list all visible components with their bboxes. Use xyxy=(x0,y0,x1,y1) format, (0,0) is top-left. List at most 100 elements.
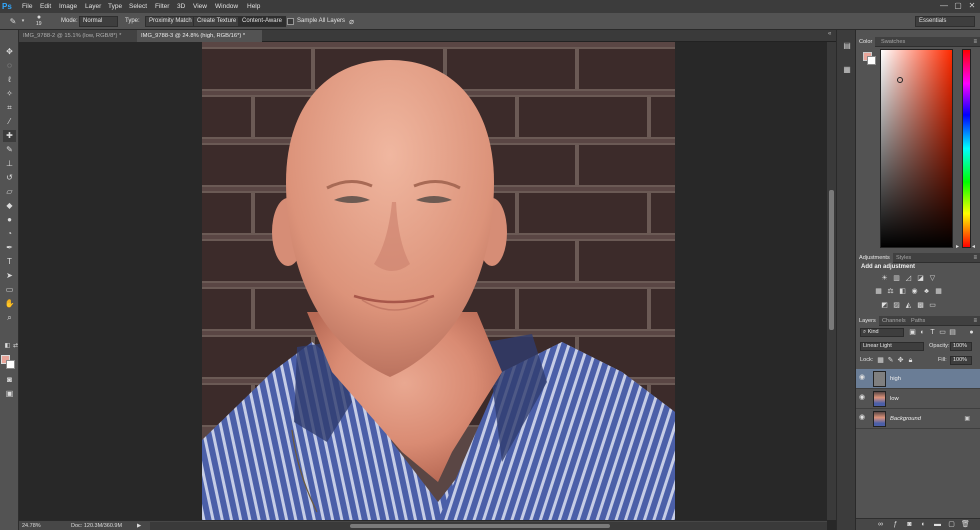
chevron-down-icon[interactable]: ▾ xyxy=(20,17,26,25)
hue-slider-right-arrow-icon[interactable]: ◂ xyxy=(972,244,975,250)
vibrance-icon[interactable]: ▽ xyxy=(928,274,937,283)
link-layers-icon[interactable]: ∞ xyxy=(876,520,885,529)
menu-window[interactable]: Window xyxy=(215,0,238,13)
fill-input[interactable]: 100% xyxy=(950,356,972,365)
menu-help[interactable]: Help xyxy=(247,0,260,13)
panel-menu-icon[interactable]: ≡ xyxy=(973,253,977,263)
minimize-icon[interactable]: — xyxy=(938,0,950,12)
layer-name[interactable]: high xyxy=(890,369,901,389)
pen-tool-icon[interactable]: ✒ xyxy=(3,242,16,254)
layer-row-low[interactable]: ◉ low xyxy=(856,389,980,409)
history-panel-icon[interactable]: ▤ xyxy=(841,40,853,52)
black-white-icon[interactable]: ◧ xyxy=(898,287,907,296)
panel-background-swatch[interactable] xyxy=(867,56,876,65)
close-icon[interactable]: ✕ xyxy=(966,0,978,12)
filter-shape-icon[interactable]: ▭ xyxy=(938,328,947,337)
color-balance-icon[interactable]: ⚖ xyxy=(886,287,895,296)
selective-color-icon[interactable]: ▩ xyxy=(916,301,925,310)
tab-paths[interactable]: Paths xyxy=(908,316,928,326)
new-group-icon[interactable]: ▬ xyxy=(933,520,942,529)
create-texture-option[interactable]: Create Texture xyxy=(193,16,241,27)
eye-icon[interactable]: ◉ xyxy=(859,414,867,422)
screen-mode-icon[interactable]: ▣ xyxy=(3,388,16,400)
layer-mask-icon[interactable]: ◙ xyxy=(905,520,914,529)
posterize-icon[interactable]: ▨ xyxy=(892,301,901,310)
pressure-size-icon[interactable]: ⌀ xyxy=(346,16,357,27)
layer-filter-kind-select[interactable]: ⌕ Kind xyxy=(860,328,904,337)
eye-icon[interactable]: ◉ xyxy=(859,374,867,382)
menu-3d[interactable]: 3D xyxy=(177,0,185,13)
paint-bucket-tool-icon[interactable]: ◆ xyxy=(3,200,16,212)
layer-row-high[interactable]: ◉ high xyxy=(856,369,980,389)
quick-mask-icon[interactable]: ◙ xyxy=(3,374,16,386)
lasso-tool-icon[interactable]: ℓ xyxy=(3,74,16,86)
tab-channels[interactable]: Channels xyxy=(879,316,909,326)
lock-position-icon[interactable]: ✥ xyxy=(896,356,905,365)
status-menu-arrow-icon[interactable]: ▶ xyxy=(137,521,141,530)
color-picker-cursor[interactable] xyxy=(897,77,903,83)
brush-tool-icon[interactable]: ✎ xyxy=(3,144,16,156)
hue-saturation-icon[interactable]: ▦ xyxy=(874,287,883,296)
tab-adjustments[interactable]: Adjustments xyxy=(856,253,893,263)
canvas-area[interactable] xyxy=(19,42,827,520)
tab-styles[interactable]: Styles xyxy=(893,253,914,263)
move-tool-icon[interactable]: ✥ xyxy=(3,46,16,58)
menu-image[interactable]: Image xyxy=(59,0,77,13)
quick-selection-tool-icon[interactable]: ✧ xyxy=(3,88,16,100)
doc-tab-low[interactable]: IMG_9788-2 @ 15.1% (low, RGB/8*) * xyxy=(19,30,137,42)
color-picker-field[interactable] xyxy=(880,49,953,248)
opacity-input[interactable]: 100% xyxy=(950,342,972,351)
menu-select[interactable]: Select xyxy=(129,0,147,13)
filter-pixel-icon[interactable]: ▣ xyxy=(908,328,917,337)
lock-pixels-icon[interactable]: ✎ xyxy=(886,356,895,365)
marquee-tool-icon[interactable]: ◌ xyxy=(3,60,16,72)
curves-icon[interactable]: ◿ xyxy=(904,274,913,283)
doc-tab-high[interactable]: IMG_9788-3 @ 24.8% (high, RGB/16*) * xyxy=(137,30,262,42)
brightness-icon[interactable]: ☀ xyxy=(880,274,889,283)
eraser-tool-icon[interactable]: ▱ xyxy=(3,186,16,198)
lock-all-icon[interactable]: 🔒︎ xyxy=(906,356,915,365)
hand-tool-icon[interactable]: ✋ xyxy=(3,298,16,310)
layer-name[interactable]: Background xyxy=(890,409,921,429)
layer-name[interactable]: low xyxy=(890,389,899,409)
menu-filter[interactable]: Filter xyxy=(155,0,169,13)
sample-all-layers-checkbox[interactable] xyxy=(287,18,294,25)
tab-layers[interactable]: Layers xyxy=(856,316,879,326)
hue-slider-left-arrow-icon[interactable]: ▸ xyxy=(956,244,959,250)
new-layer-icon[interactable]: ▢ xyxy=(947,520,956,529)
zoom-level[interactable]: 24.78% xyxy=(22,521,41,530)
healing-brush-preset-icon[interactable]: ✎ xyxy=(8,16,18,27)
invert-icon[interactable]: ◩ xyxy=(880,301,889,310)
layer-row-background[interactable]: ◉ Background ▣ xyxy=(856,409,980,429)
zoom-tool-icon[interactable]: ⌕ xyxy=(3,312,16,324)
eye-icon[interactable]: ◉ xyxy=(859,394,867,402)
menu-view[interactable]: View xyxy=(193,0,207,13)
vertical-scroll-thumb[interactable] xyxy=(829,190,834,330)
hue-slider[interactable] xyxy=(962,49,971,248)
workspace-select[interactable]: Essentials xyxy=(915,16,975,27)
panel-menu-icon[interactable]: ≡ xyxy=(973,37,977,47)
gradient-map-icon[interactable]: ▭ xyxy=(928,301,937,310)
filter-smart-object-icon[interactable]: ▤ xyxy=(948,328,957,337)
lock-transparency-icon[interactable]: ▦ xyxy=(876,356,885,365)
properties-panel-icon[interactable]: ▦ xyxy=(841,64,853,76)
panel-menu-icon[interactable]: ≡ xyxy=(973,316,977,326)
menu-edit[interactable]: Edit xyxy=(40,0,51,13)
color-lookup-icon[interactable]: ▦ xyxy=(934,287,943,296)
layer-style-icon[interactable]: ƒ xyxy=(891,520,900,529)
proximity-match-option[interactable]: Proximity Match xyxy=(145,16,196,27)
tab-swatches[interactable]: Swatches xyxy=(878,37,908,47)
panel-collapse-icon[interactable]: « xyxy=(828,31,831,37)
shape-tool-icon[interactable]: ▭ xyxy=(3,284,16,296)
filter-toggle-icon[interactable]: ● xyxy=(967,328,976,337)
clone-stamp-tool-icon[interactable]: ⊥ xyxy=(3,158,16,170)
filter-adjustment-icon[interactable]: ◐ xyxy=(918,328,927,337)
crop-tool-icon[interactable]: ⌗ xyxy=(3,102,16,114)
path-selection-tool-icon[interactable]: ➤ xyxy=(3,270,16,282)
delete-layer-icon[interactable]: 🗑︎ xyxy=(961,520,970,529)
eyedropper-tool-icon[interactable]: ⁄ xyxy=(3,116,16,128)
history-brush-tool-icon[interactable]: ↺ xyxy=(3,172,16,184)
background-color-swatch[interactable] xyxy=(6,360,15,369)
photo-filter-icon[interactable]: ◉ xyxy=(910,287,919,296)
menu-type[interactable]: Type xyxy=(108,0,122,13)
